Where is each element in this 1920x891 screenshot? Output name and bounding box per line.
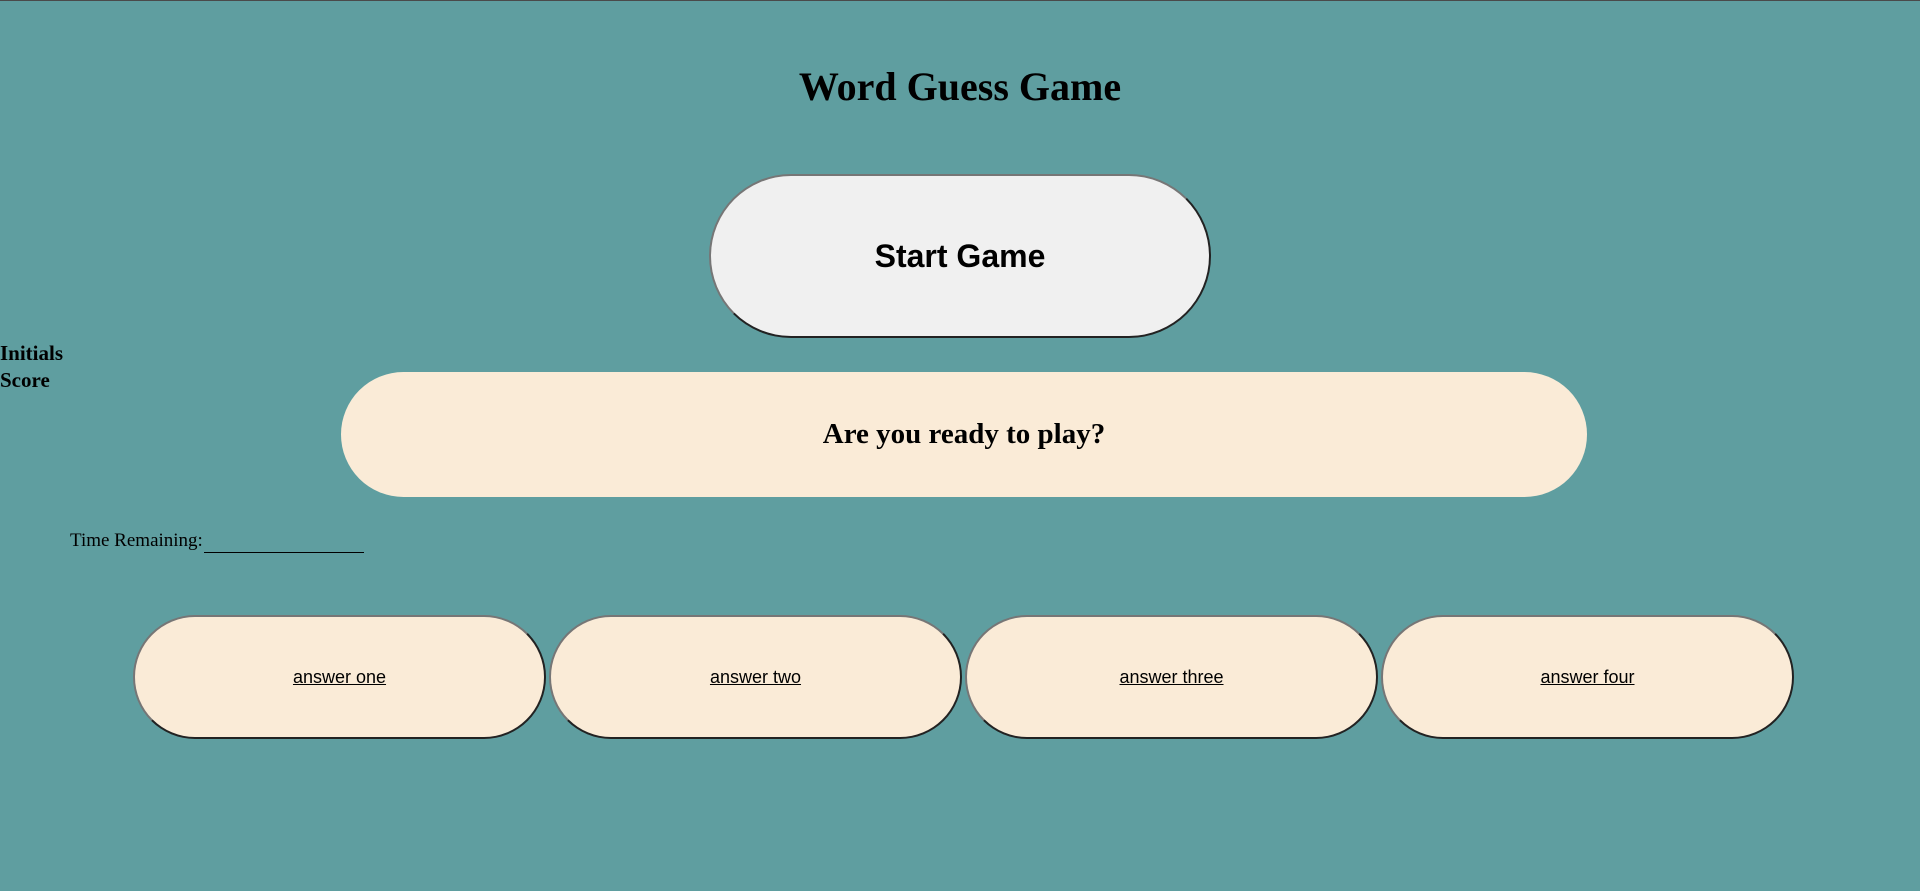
answer-options: answer one answer two answer three answe… (0, 615, 1920, 739)
timer-label: Time Remaining: (70, 530, 203, 551)
timer-value-blank (203, 534, 364, 553)
initials-label: Initials (0, 341, 64, 365)
start-game-button[interactable]: Start Game (709, 174, 1211, 338)
answer-button-three[interactable]: answer three (965, 615, 1378, 739)
question-panel: Are you ready to play? (341, 372, 1587, 497)
scoreboard: Initials Score (0, 340, 63, 394)
answer-button-four[interactable]: answer four (1381, 615, 1794, 739)
timer: Time Remaining: (70, 529, 364, 553)
question-text: Are you ready to play? (822, 418, 1106, 450)
page-title: Word Guess Game (798, 64, 1122, 109)
score-label: Score (0, 368, 50, 392)
answer-button-two[interactable]: answer two (549, 615, 962, 739)
answer-button-one[interactable]: answer one (133, 615, 546, 739)
top-divider (0, 0, 1920, 1)
